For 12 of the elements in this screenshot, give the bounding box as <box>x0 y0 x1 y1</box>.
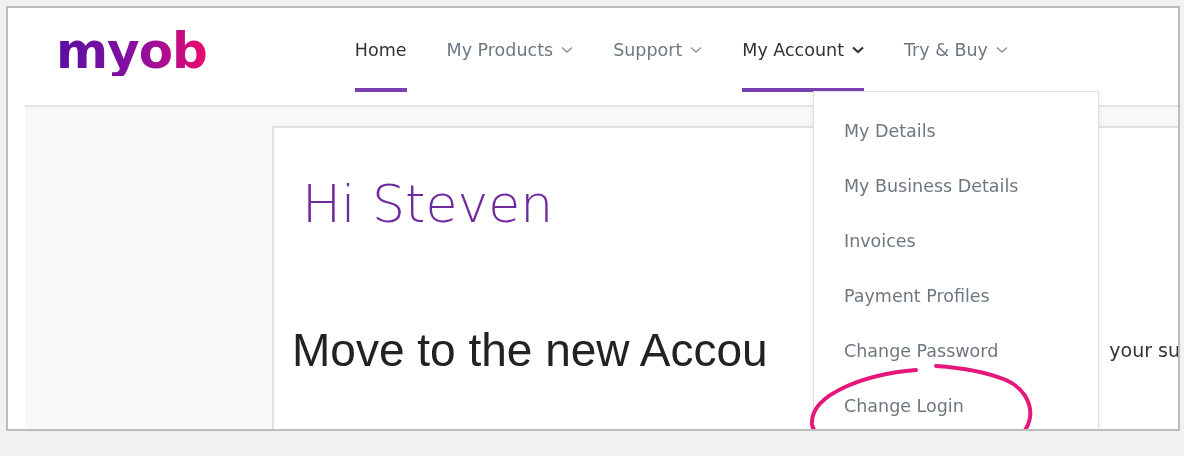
menu-item[interactable]: My Business Details <box>814 166 1019 221</box>
menu-item[interactable]: Change Login <box>814 386 964 429</box>
body-text: your su <box>1109 338 1178 364</box>
greeting-heading: Hi Steven <box>302 178 554 230</box>
nav-link[interactable]: Try & Buy <box>904 8 1008 88</box>
nav-link[interactable]: Support <box>613 8 703 88</box>
menu-item[interactable]: Payment Profiles <box>814 276 990 331</box>
menu-item[interactable]: Change Password <box>814 331 999 386</box>
section-heading: Move to the new Accou <box>292 323 768 378</box>
nav-link[interactable]: My Products <box>446 8 574 88</box>
menu-item[interactable]: My Details <box>814 111 936 166</box>
menu-item[interactable]: Invoices <box>814 221 916 276</box>
